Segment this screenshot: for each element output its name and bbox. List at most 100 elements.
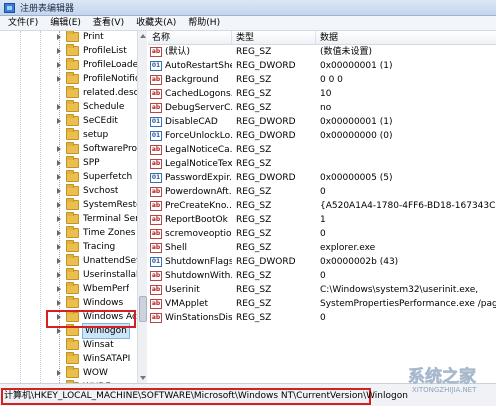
value-type: REG_SZ — [236, 285, 272, 295]
tree-item[interactable]: SoftwareProtec — [54, 142, 146, 156]
value-row[interactable]: ab Userinit REG_SZ C:\Windows\system32\user… — [148, 283, 496, 297]
value-row[interactable]: ab Shell REG_SZ explorer.exe — [148, 241, 496, 255]
tree-scrollbar[interactable] — [137, 31, 147, 383]
tree-item[interactable]: ProfileLoader — [54, 58, 142, 72]
value-row[interactable]: ab CachedLogons... REG_SZ 10 — [148, 87, 496, 101]
value-row[interactable]: 01AutoRestartShell REG_DWORD 0x00000001 (1… — [148, 59, 496, 73]
value-type: REG_SZ — [236, 229, 272, 239]
scroll-up-arrow-icon[interactable] — [138, 31, 148, 41]
tree-item[interactable]: SeCEdit — [54, 114, 118, 128]
value-row[interactable]: ab DebugServerC... REG_SZ no — [148, 101, 496, 115]
expand-arrow-icon[interactable] — [54, 145, 63, 154]
expand-arrow-icon[interactable] — [54, 33, 63, 42]
tree-item[interactable]: UnattendSettin — [54, 254, 146, 268]
binary-value-icon: 01 — [150, 173, 162, 183]
tree-item[interactable]: Winsat — [54, 338, 114, 352]
menu-view[interactable]: 查看(V) — [87, 16, 130, 31]
value-name-cell: ab ReportBootOk — [148, 213, 232, 227]
column-header-name[interactable]: 名称 — [148, 31, 232, 44]
value-row[interactable]: 01 ForceUnlockLo... REG_DWORD 0x00000000 (0… — [148, 129, 496, 143]
value-name-cell: 01AutoRestartShell — [148, 59, 232, 73]
tree-item[interactable]: WOW — [54, 366, 108, 380]
expand-arrow-icon[interactable] — [54, 313, 63, 322]
value-row[interactable]: ab (默认) REG_SZ (数值未设置) — [148, 45, 496, 59]
value-type: REG_DWORD — [236, 257, 296, 267]
tree-item[interactable]: ProfileNotificati — [54, 72, 146, 86]
expand-arrow-icon[interactable] — [54, 75, 63, 84]
menu-file[interactable]: 文件(F) — [2, 16, 44, 31]
value-row[interactable]: ab LegalNoticeText REG_SZ — [148, 157, 496, 171]
expand-arrow-icon[interactable] — [54, 257, 63, 266]
value-row[interactable]: ab Background REG_SZ 0 0 0 — [148, 73, 496, 87]
tree-item[interactable]: Superfetch — [54, 170, 132, 184]
tree-item[interactable]: Windows Activ — [54, 310, 146, 324]
expand-arrow-icon[interactable] — [54, 173, 63, 182]
expand-arrow-icon[interactable] — [54, 271, 63, 280]
menu-edit[interactable]: 编辑(E) — [44, 16, 87, 31]
tree-item[interactable]: Windows — [54, 296, 123, 310]
value-name-cell: ab (默认) — [148, 45, 232, 59]
value-type: REG_SZ — [236, 75, 272, 85]
column-header-type[interactable]: 类型 — [232, 31, 316, 44]
expand-arrow-icon[interactable] — [54, 243, 63, 252]
expand-arrow-icon[interactable] — [54, 61, 63, 70]
value-data: no — [320, 103, 332, 113]
expand-arrow-icon[interactable] — [54, 299, 63, 308]
folder-icon — [66, 268, 79, 280]
tree-item[interactable]: SystemRestore — [54, 198, 146, 212]
tree-item[interactable]: setup — [54, 128, 108, 142]
tree-item-label: related.desc — [83, 88, 139, 98]
tree-item[interactable]: Tracing — [54, 240, 115, 254]
tree-item[interactable]: Print — [54, 31, 104, 44]
expand-arrow-icon[interactable] — [54, 187, 63, 196]
scroll-down-arrow-icon[interactable] — [138, 373, 148, 383]
tree-item[interactable]: Svchost — [54, 184, 118, 198]
folder-icon — [66, 142, 79, 154]
tree-item[interactable]: Schedule — [54, 100, 124, 114]
value-row[interactable]: ab LegalNoticeCa... REG_SZ — [148, 143, 496, 157]
value-data: {A520A1A4-1780-4FF6-BD18-167343C5AF16} — [320, 201, 496, 211]
menu-favorites[interactable]: 收藏夹(A) — [130, 16, 182, 31]
scroll-thumb[interactable] — [139, 296, 147, 322]
value-row[interactable]: 01 ShutdownFlags REG_DWORD 0x0000002b (43) — [148, 255, 496, 269]
tree-item-label: Winsat — [83, 340, 114, 350]
value-data: 0x00000000 (0) — [320, 131, 393, 141]
expand-arrow-icon[interactable] — [54, 117, 63, 126]
expand-arrow-icon[interactable] — [54, 159, 63, 168]
expand-arrow-icon[interactable] — [54, 47, 63, 56]
value-row[interactable]: ab PreCreateKno... REG_SZ {A520A1A4-1780-4F… — [148, 199, 496, 213]
value-row[interactable]: abWinStationsDis... REG_SZ 0 — [148, 311, 496, 325]
tree-item[interactable]: Winlogon — [54, 323, 130, 339]
expand-arrow-icon[interactable] — [54, 229, 63, 238]
tree-item[interactable]: related.desc — [54, 86, 139, 100]
tree-item[interactable]: Terminal Serve — [54, 212, 146, 226]
value-name: ReportBootOk — [165, 215, 228, 225]
column-header-data[interactable]: 数据 — [316, 31, 496, 44]
tree-item[interactable]: WinSATAPI — [54, 352, 130, 366]
value-row[interactable]: ab ShutdownWith... REG_SZ 0 — [148, 269, 496, 283]
value-row[interactable]: 01 PasswordExpir... REG_DWORD 0x00000005 (5… — [148, 171, 496, 185]
value-data: C:\Windows\system32\userinit.exe, — [320, 285, 479, 295]
expand-arrow-icon[interactable] — [54, 201, 63, 210]
expand-arrow-icon[interactable] — [54, 327, 63, 336]
value-type: REG_SZ — [236, 313, 272, 323]
expand-arrow-icon[interactable] — [54, 215, 63, 224]
tree-item[interactable]: Time Zones — [54, 226, 136, 240]
values-list-pane: 名称 类型 数据 ab (默认) REG_SZ (数值未设置) 01 AutoRestar… — [148, 31, 496, 383]
tree-item[interactable]: Userinstallable — [54, 268, 146, 282]
expand-arrow-icon[interactable] — [54, 285, 63, 294]
tree-item[interactable]: WbemPerf — [54, 282, 129, 296]
menu-help[interactable]: 帮助(H) — [182, 16, 226, 31]
tree-item[interactable]: SPP — [54, 156, 100, 170]
value-row[interactable]: ab ReportBootOk REG_SZ 1 — [148, 213, 496, 227]
value-type: REG_SZ — [236, 271, 272, 281]
expand-arrow-icon[interactable] — [54, 369, 63, 378]
value-row[interactable]: 01 DisableCAD REG_DWORD 0x00000001 (1) — [148, 115, 496, 129]
value-row[interactable]: ab scremoveoption REG_SZ 0 — [148, 227, 496, 241]
expand-arrow-icon[interactable] — [54, 103, 63, 112]
value-row[interactable]: ab PowerdownAft... REG_SZ 0 — [148, 185, 496, 199]
tree-guide-line — [40, 31, 41, 383]
value-row[interactable]: ab VMApplet REG_SZ SystemPropertiesPerforma… — [148, 297, 496, 311]
tree-item[interactable]: ProfileList — [54, 44, 127, 58]
status-path: 计算机\HKEY_LOCAL_MACHINE\SOFTWARE\Microsof… — [4, 391, 408, 401]
